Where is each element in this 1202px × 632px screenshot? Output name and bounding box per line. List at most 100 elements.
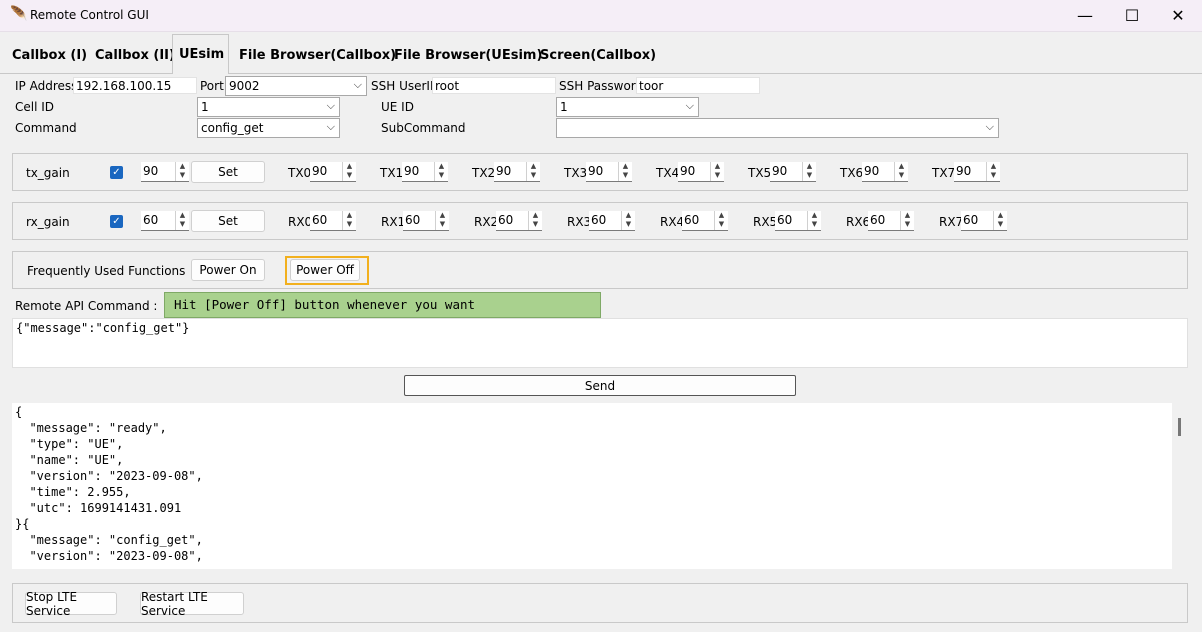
tab-file-browser-callbox[interactable]: File Browser(Callbox) [233,38,402,72]
tab-uesim[interactable]: UEsim [172,34,229,74]
spin-arrows-icon[interactable]: ▲ ▼ [900,211,914,230]
rx0-spinbox[interactable]: 60 ▲ ▼ [310,211,356,231]
tx0-spinbox[interactable]: 90 ▲ ▼ [310,162,356,182]
spin-arrows-icon[interactable]: ▲ ▼ [618,162,632,181]
feather-icon: 🪶 [10,6,28,22]
tx-set-button[interactable]: Set [191,161,265,183]
tooltip: Hit [Power Off] button whenever you want [164,292,601,318]
tx1-spinbox[interactable]: 90 ▲ ▼ [402,162,448,182]
tx3-label: TX3 [564,166,588,180]
tx4-label: TX4 [656,166,680,180]
api-command-textarea[interactable]: {"message":"config_get"} [12,318,1188,368]
chevron-down-icon: ⌵ [326,99,335,112]
spin-arrows-icon[interactable]: ▲ ▼ [894,162,908,181]
cell-id-select[interactable]: 1 ⌵ [197,97,340,117]
command-select[interactable]: config_get ⌵ [197,118,340,138]
port-value: 9002 [229,79,260,93]
rx5-spinbox[interactable]: 60 ▲ ▼ [775,211,821,231]
tx3-spinbox[interactable]: 90 ▲ ▼ [586,162,632,182]
spin-arrows-icon[interactable]: ▲ ▼ [993,211,1007,230]
tx-gain-spinbox[interactable]: 90 ▲ ▼ [141,162,189,182]
output-text: { "message": "ready", "type": "UE", "nam… [15,405,203,563]
rx5-value: 60 [777,213,793,227]
spin-arrows-icon[interactable]: ▲ ▼ [526,162,540,181]
port-select[interactable]: 9002 ⌵ [225,76,367,96]
tx0-label: TX0 [288,166,312,180]
rx7-label: RX7 [939,215,964,229]
ue-id-select[interactable]: 1 ⌵ [556,97,699,117]
ip-address-input[interactable]: 192.168.100.15 [73,77,197,94]
tab-callbox-1[interactable]: Callbox (I) [6,38,93,72]
rx-gain-value: 60 [143,213,159,227]
ssh-password-input[interactable]: toor [636,77,760,94]
tx2-value: 90 [496,164,512,178]
rx1-spinbox[interactable]: 60 ▲ ▼ [403,211,449,231]
title-bar: 🪶 Remote Control GUI — ☐ ✕ [0,0,1202,32]
spin-arrows-icon[interactable]: ▲ ▼ [342,211,356,230]
rx4-spinbox[interactable]: 60 ▲ ▼ [682,211,728,231]
spin-arrows-icon[interactable]: ▲ ▼ [175,162,189,181]
rx7-spinbox[interactable]: 60 ▲ ▼ [961,211,1007,231]
tab-file-browser-uesim[interactable]: File Browser(UEsim) [388,38,548,72]
tx-gain-checkbox[interactable]: ✓ [110,166,123,179]
tx6-value: 90 [864,164,880,178]
tx5-spinbox[interactable]: 90 ▲ ▼ [770,162,816,182]
maximize-button[interactable]: ☐ [1109,0,1155,31]
tx6-spinbox[interactable]: 90 ▲ ▼ [862,162,908,182]
spin-arrows-icon[interactable]: ▲ ▼ [807,211,821,230]
rx1-label: RX1 [381,215,406,229]
rx7-value: 60 [963,213,979,227]
tx1-value: 90 [404,164,420,178]
spin-arrows-icon[interactable]: ▲ ▼ [528,211,542,230]
send-button[interactable]: Send [404,375,796,396]
tx7-value: 90 [956,164,972,178]
tx5-label: TX5 [748,166,772,180]
spin-arrows-icon[interactable]: ▲ ▼ [434,162,448,181]
rx2-spinbox[interactable]: 60 ▲ ▼ [496,211,542,231]
cell-id-label: Cell ID [15,100,55,114]
chevron-down-icon: ⌵ [353,78,362,91]
spin-arrows-icon[interactable]: ▲ ▼ [342,162,356,181]
rx4-label: RX4 [660,215,685,229]
spin-arrows-icon[interactable]: ▲ ▼ [435,211,449,230]
window-title: Remote Control GUI [30,8,149,22]
rx-gain-spinbox[interactable]: 60 ▲ ▼ [141,211,189,231]
chevron-down-icon: ⌵ [685,99,694,112]
rx3-spinbox[interactable]: 60 ▲ ▼ [589,211,635,231]
chevron-down-icon: ⌵ [326,120,335,133]
spin-arrows-icon[interactable]: ▲ ▼ [714,211,728,230]
close-button[interactable]: ✕ [1155,0,1201,31]
power-off-button[interactable]: Power Off [290,259,360,281]
subcommand-select[interactable]: ⌵ [556,118,999,138]
tx0-value: 90 [312,164,328,178]
output-textarea[interactable]: { "message": "ready", "type": "UE", "nam… [12,403,1172,569]
tx-gain-value: 90 [143,164,159,178]
rx-gain-checkbox[interactable]: ✓ [110,215,123,228]
cell-id-value: 1 [201,100,209,114]
spin-arrows-icon[interactable]: ▲ ▼ [986,162,1000,181]
spin-arrows-icon[interactable]: ▲ ▼ [710,162,724,181]
scrollbar-thumb[interactable] [1178,418,1181,436]
spin-arrows-icon[interactable]: ▲ ▼ [621,211,635,230]
ssh-userid-input[interactable]: root [432,77,556,94]
spin-arrows-icon[interactable]: ▲ ▼ [802,162,816,181]
stop-lte-service-button[interactable]: Stop LTE Service [25,590,117,618]
minimize-button[interactable]: — [1062,0,1108,31]
tx7-spinbox[interactable]: 90 ▲ ▼ [954,162,1000,182]
ip-address-label: IP Address [15,79,78,93]
restart-lte-service-button[interactable]: Restart LTE Service [140,590,244,618]
tab-callbox-2[interactable]: Callbox (II) [89,38,181,72]
chevron-down-icon: ⌵ [985,120,994,133]
tx2-spinbox[interactable]: 90 ▲ ▼ [494,162,540,182]
rx6-spinbox[interactable]: 60 ▲ ▼ [868,211,914,231]
ssh-password-label: SSH Password [559,79,644,93]
power-on-button[interactable]: Power On [191,259,265,281]
functions-frame [12,251,1188,289]
rx-set-button[interactable]: Set [191,210,265,232]
tx4-spinbox[interactable]: 90 ▲ ▼ [678,162,724,182]
spin-arrows-icon[interactable]: ▲ ▼ [175,211,189,230]
ue-id-label: UE ID [381,100,414,114]
rx6-label: RX6 [846,215,871,229]
tab-screen-callbox[interactable]: Screen(Callbox) [534,38,662,72]
api-command-text: {"message":"config_get"} [16,321,190,335]
